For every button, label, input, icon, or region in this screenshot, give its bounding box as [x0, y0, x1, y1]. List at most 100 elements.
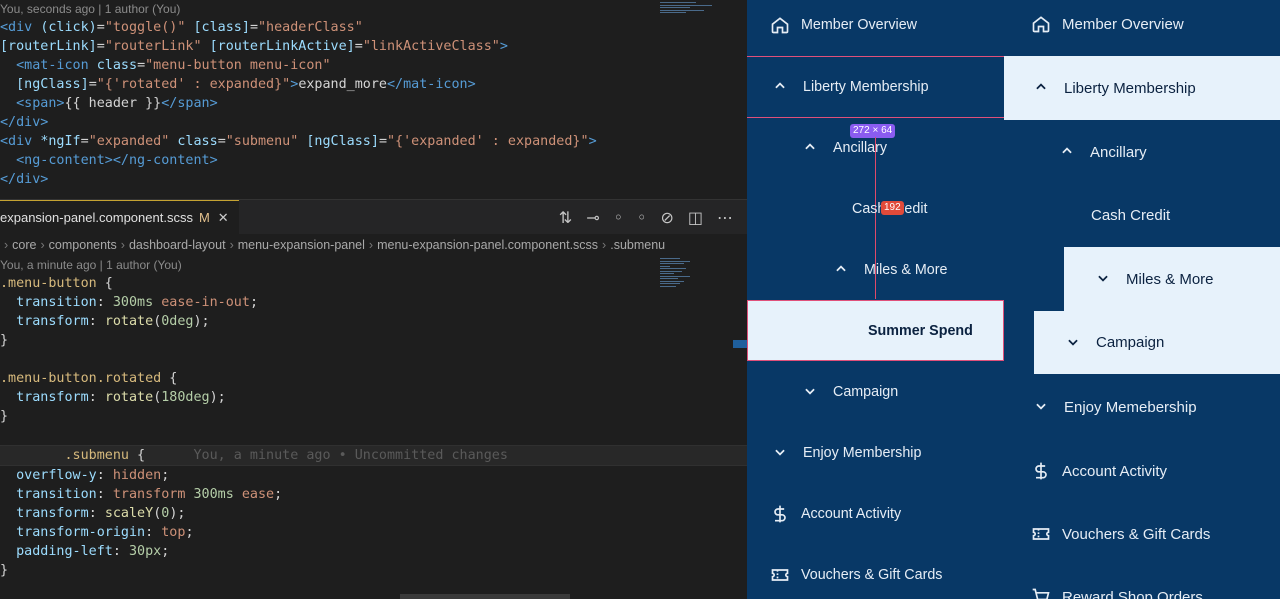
nav-label: Ancillary	[833, 140, 888, 156]
nav-label: Reward Shop Orders	[1062, 588, 1203, 599]
code-token: transform	[16, 506, 89, 521]
nav-item-summer-spend[interactable]: Summer Spend	[747, 300, 1004, 361]
code-line[interactable]: transform: rotate(180deg);	[0, 388, 747, 407]
editor-action-icon[interactable]: ◦	[637, 208, 646, 227]
nav-item-reward-shop[interactable]: Reward Shop Orders	[1030, 585, 1203, 599]
breadcrumb-item[interactable]: menu-expansion-panel	[238, 238, 365, 252]
nav-item-vouchers[interactable]: Vouchers & Gift Cards	[769, 563, 942, 587]
code-token: transition	[16, 295, 97, 310]
code-line[interactable]: <ng-content></ng-content>	[0, 151, 747, 170]
code-token: .menu-button	[0, 276, 97, 291]
editor-action-icon[interactable]: ⋯	[717, 208, 733, 227]
code-line[interactable]: overflow-y: hidden;	[0, 466, 747, 485]
code-token: :	[88, 390, 105, 405]
nav-item-campaign[interactable]: Campaign	[1034, 311, 1280, 374]
tab-scss-file[interactable]: expansion-panel.component.scss M ✕	[0, 200, 239, 235]
code-line[interactable]: padding-left: 30px;	[0, 542, 747, 561]
code-token: *ngIf	[40, 134, 81, 149]
editor-action-icon[interactable]: ⊘	[660, 208, 673, 227]
close-icon[interactable]: ✕	[218, 210, 229, 225]
code-editor[interactable]: You, seconds ago | 1 author (You) <div (…	[0, 0, 747, 599]
code-line[interactable]: }	[0, 407, 747, 426]
ticket-icon	[1030, 523, 1052, 545]
scss-code-block[interactable]: .menu-button { transition: 300ms ease-in…	[0, 274, 747, 580]
nav-item-enjoy-membership[interactable]: Enjoy Memebership	[1034, 395, 1197, 419]
nav-label: Enjoy Membership	[803, 445, 922, 461]
code-token: class	[177, 134, 218, 149]
chevron-right-icon: ›	[40, 238, 45, 252]
code-token: ;	[161, 544, 170, 559]
editor-action-icon[interactable]: ◦	[614, 208, 623, 227]
code-line[interactable]: }	[0, 561, 747, 580]
code-line[interactable]: <div (click)="toggle()" [class]="headerC…	[0, 18, 747, 37]
nav-item-miles-more[interactable]: Miles & More	[834, 258, 947, 282]
code-line[interactable]: [ngClass]="{'rotated' : expanded}">expan…	[0, 75, 747, 94]
nav-label: Member Overview	[1062, 15, 1184, 33]
nav-item-campaign[interactable]: Campaign	[803, 380, 898, 404]
editor-action-icon[interactable]: ◫	[688, 208, 703, 227]
nav-label: Vouchers & Gift Cards	[1062, 525, 1211, 543]
nav-item-miles-more[interactable]: Miles & More	[1064, 247, 1280, 311]
code-line[interactable]: [routerLink]="routerLink" [routerLinkAct…	[0, 37, 747, 56]
nav-item-member-overview[interactable]: Member Overview	[769, 13, 917, 37]
code-line[interactable]	[0, 350, 747, 369]
minimap[interactable]	[660, 258, 720, 288]
code-token: </div>	[0, 172, 49, 187]
code-line[interactable]: </div>	[0, 113, 747, 132]
code-token: >	[499, 39, 508, 54]
code-token: ;	[185, 525, 194, 540]
code-line[interactable]: .menu-button.rotated {	[0, 369, 747, 388]
nav-item-ancillary[interactable]: Ancillary	[803, 136, 887, 160]
editor-action-icon[interactable]: ⊸	[586, 208, 599, 227]
code-line[interactable]: transform: rotate(0deg);	[0, 312, 747, 331]
breadcrumb-item[interactable]: core	[12, 238, 36, 252]
code-token: .submenu	[64, 448, 130, 463]
code-line[interactable]: <mat-icon class="menu-button menu-icon"	[0, 56, 747, 75]
breadcrumb-item[interactable]: .submenu	[610, 238, 665, 252]
nav-item-liberty-membership[interactable]: Liberty Membership	[1004, 56, 1280, 120]
code-token: =	[137, 58, 146, 73]
nav-item-member-overview[interactable]: Member Overview	[1030, 12, 1184, 36]
minimap[interactable]	[660, 2, 720, 15]
code-token: :	[96, 295, 113, 310]
nav-item-enjoy-membership[interactable]: Enjoy Membership	[773, 441, 921, 465]
code-line[interactable]: transform: scaleY(0);	[0, 504, 747, 523]
code-token: <mat-icon	[16, 58, 97, 73]
nav-item-ancillary[interactable]: Ancillary	[1060, 140, 1147, 164]
code-line[interactable]: transform-origin: top;	[0, 523, 747, 542]
code-line[interactable]: </div>	[0, 170, 747, 189]
nav-item-account-activity[interactable]: Account Activity	[1030, 459, 1167, 483]
code-line[interactable]: transition: transform 300ms ease;	[0, 485, 747, 504]
nav-label: Miles & More	[1126, 270, 1214, 288]
nav-item-liberty-membership[interactable]: Liberty Membership	[773, 75, 929, 99]
editor-action-icon[interactable]: ⇅	[559, 208, 572, 227]
breadcrumb-item[interactable]: components	[49, 238, 117, 252]
code-token: "headerClass"	[258, 20, 363, 35]
breadcrumb-item[interactable]: menu-expansion-panel.component.scss	[377, 238, 598, 252]
nav-item-cash-credit[interactable]: Cash Credit	[1091, 203, 1170, 227]
code-line[interactable]	[0, 426, 747, 445]
nav-item-vouchers[interactable]: Vouchers & Gift Cards	[1030, 522, 1210, 546]
code-line[interactable]: .menu-button {	[0, 274, 747, 293]
code-token: <div	[0, 20, 41, 35]
tab-label: expansion-panel.component.scss	[0, 210, 193, 225]
code-line[interactable]: transition: 300ms ease-in-out;	[0, 293, 747, 312]
code-line[interactable]: <div *ngIf="expanded" class="submenu" [n…	[0, 132, 747, 151]
code-token: :	[96, 468, 113, 483]
html-code-block[interactable]: <div (click)="toggle()" [class]="headerC…	[0, 18, 747, 189]
code-line[interactable]: .submenu { You, a minute ago • Uncommitt…	[0, 445, 747, 466]
code-token: You, a minute ago • Uncommitted changes	[193, 448, 508, 463]
breadcrumb-item[interactable]: dashboard-layout	[129, 238, 226, 252]
code-line[interactable]: <span>{{ header }}</span>	[0, 94, 747, 113]
code-token: );	[193, 314, 210, 329]
nav-item-account-activity[interactable]: Account Activity	[769, 502, 901, 526]
scrollbar[interactable]	[400, 594, 570, 599]
code-line[interactable]: }	[0, 331, 747, 350]
